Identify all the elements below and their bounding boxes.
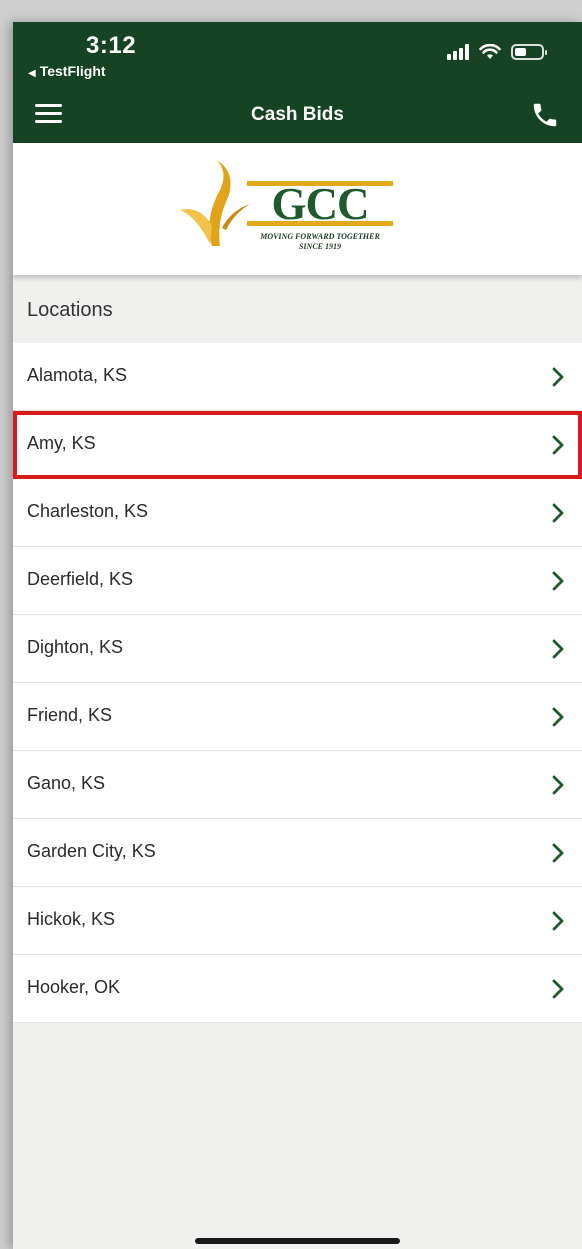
location-row[interactable]: Hickok, KS [13,887,582,955]
logo-header: GCC MOVING FORWARD TOGETHER SINCE 1919 [13,143,582,275]
status-time: 3:12 [86,32,137,59]
chevron-right-icon [552,911,564,931]
location-row[interactable]: Charleston, KS [13,479,582,547]
location-label: Hooker, OK [27,977,121,997]
location-row[interactable]: Friend, KS [13,683,582,751]
gcc-logo: GCC MOVING FORWARD TOGETHER SINCE 1919 [180,158,400,260]
page-title: Cash Bids [251,104,344,125]
location-row[interactable]: Garden City, KS [13,819,582,887]
wheat-logo-icon [180,160,250,246]
tagline-line2: SINCE 1919 [298,242,341,251]
back-to-app-link[interactable]: ◀ TestFlight [28,63,106,79]
location-row[interactable]: Deerfield, KS [13,547,582,615]
location-label: Alamota, KS [27,365,128,385]
location-row[interactable]: Alamota, KS [13,343,582,411]
chevron-right-icon [552,707,564,727]
chevron-right-icon [552,571,564,591]
location-label: Deerfield, KS [27,569,134,589]
chevron-right-icon [552,843,564,863]
cellular-signal-icon [447,44,469,60]
home-indicator[interactable] [195,1238,400,1244]
phone-icon[interactable] [530,100,560,130]
logo-tagline: MOVING FORWARD TOGETHER SINCE 1919 [247,232,393,252]
battery-icon [511,44,547,60]
location-row[interactable]: Amy, KS [13,411,582,479]
top-bar: 3:12 ◀ TestFlight Cash Bids [13,22,582,143]
status-icons [447,44,547,60]
location-label: Dighton, KS [27,637,124,657]
chevron-right-icon [552,367,564,387]
location-label: Amy, KS [27,433,96,453]
location-label: Gano, KS [27,773,106,793]
app-screen: 3:12 ◀ TestFlight Cash Bids GCC MOVING F… [13,22,582,1249]
chevron-right-icon [552,503,564,523]
gcc-wordmark-text: GCC [271,179,370,229]
locations-section-header: Locations [27,299,113,321]
locations-list: Alamota, KS Amy, KS Charleston, KS Deerf… [13,343,582,1023]
tagline-line1: MOVING FORWARD TOGETHER [260,232,380,241]
back-triangle-icon: ◀ [28,68,36,79]
wifi-icon [479,44,501,59]
location-label: Charleston, KS [27,501,149,521]
location-row[interactable]: Hooker, OK [13,955,582,1023]
gcc-wordmark: GCC [247,179,393,229]
chevron-right-icon [552,639,564,659]
back-app-label: TestFlight [39,63,106,79]
location-row[interactable]: Gano, KS [13,751,582,819]
location-label: Hickok, KS [27,909,116,929]
location-label: Friend, KS [27,705,113,725]
chevron-right-icon [552,979,564,999]
location-row[interactable]: Dighton, KS [13,615,582,683]
chevron-right-icon [552,435,564,455]
chevron-right-icon [552,775,564,795]
location-label: Garden City, KS [27,841,156,861]
